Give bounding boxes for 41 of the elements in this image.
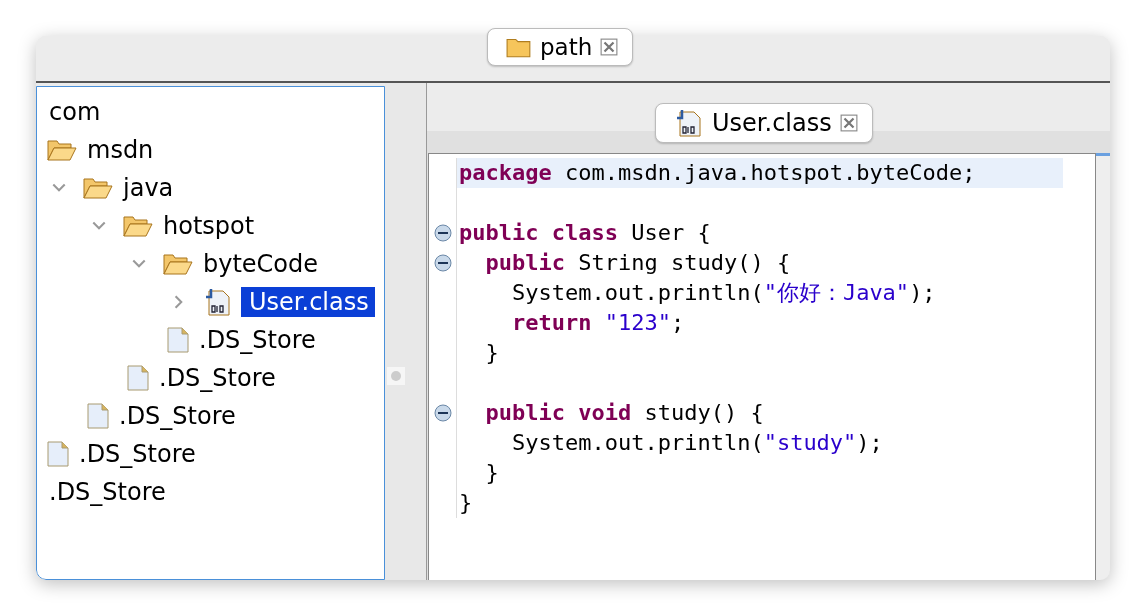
collapse-icon[interactable] [433,224,452,242]
tree-item[interactable]: .DS_Store [197,325,322,355]
code-editor[interactable]: package com.msdn.java.hotspot.byteCode; public class User { public String study() { System.out.println("你好：Java"); return "123"; } public void study() { System.out.println("study"); } } [428,153,1096,580]
folder-icon [47,139,77,161]
code-line: public String study() { [484,249,792,277]
tree-item[interactable]: byteCode [201,249,325,279]
code-line: public void study() { [484,399,765,427]
folder-icon [123,215,153,237]
tree-item[interactable]: msdn [85,135,160,165]
tree-item[interactable]: hotspot [161,211,261,241]
folder-icon [506,36,532,58]
splitter-handle[interactable] [387,367,405,385]
close-icon[interactable] [600,38,619,56]
file-icon [167,327,189,353]
tree-item[interactable]: com [47,97,107,127]
file-icon [127,365,149,391]
code-line: } [484,339,500,367]
tree-item[interactable]: .DS_Store [117,401,242,431]
path-tab[interactable]: path [487,28,634,66]
collapse-icon[interactable] [433,404,452,422]
scrollbar-track[interactable] [1096,153,1110,580]
binary-file-icon [203,287,233,317]
code-line: } [484,459,500,487]
file-icon [87,403,109,429]
collapse-icon[interactable] [433,254,452,272]
binary-file-icon [674,108,704,138]
editor-tab[interactable]: User.class [655,103,873,143]
tree-item[interactable]: java [121,173,180,203]
tree-item[interactable]: User.class [241,287,375,317]
file-icon [47,441,69,467]
code-line: return "123"; [510,309,686,337]
code-line: public class User { [458,219,712,247]
code-line: System.out.println("study"); [510,429,884,457]
folder-icon [163,253,193,275]
code-line: System.out.println("你好：Java"); [510,279,937,307]
tree-item[interactable]: .DS_Store [47,477,172,507]
tree-item[interactable]: .DS_Store [77,439,202,469]
folder-icon [83,177,113,199]
tree-item[interactable]: .DS_Store [157,363,282,393]
close-icon[interactable] [839,114,858,132]
code-line: } [458,489,474,517]
